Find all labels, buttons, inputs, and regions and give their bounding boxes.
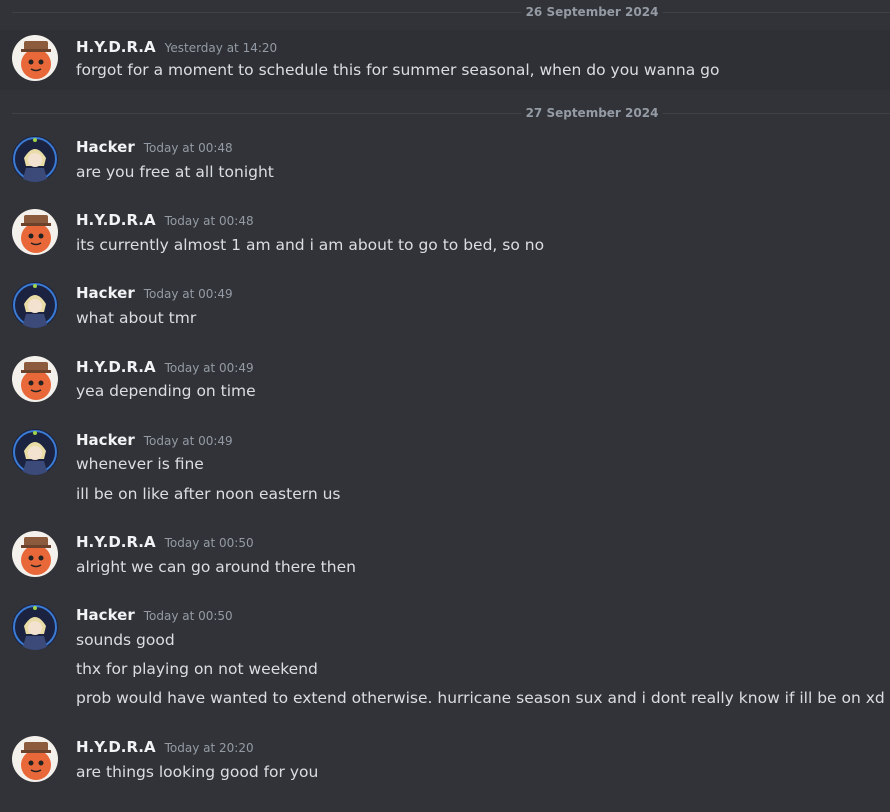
message-text: alright we can go around there then	[76, 558, 356, 576]
date-divider: 26 September 2024	[12, 5, 890, 19]
date-divider-label: 26 September 2024	[521, 5, 663, 19]
message-text: what about tmr	[76, 309, 197, 327]
username[interactable]: Hacker	[76, 429, 135, 451]
timestamp[interactable]: Today at 00:50	[165, 532, 254, 554]
message-text: are things looking good for you	[76, 763, 319, 781]
message-text: are you free at all tonight	[76, 163, 274, 181]
message[interactable]: Hacker Today at 00:49 whenever is fine i…	[0, 429, 890, 509]
hydra-avatar-icon[interactable]	[12, 209, 58, 255]
message[interactable]: H.Y.D.R.A Today at 00:50 alright we can …	[0, 531, 890, 581]
hacker-avatar-icon[interactable]	[12, 282, 58, 328]
timestamp[interactable]: Today at 00:50	[144, 605, 233, 627]
message-header: Hacker Today at 00:50	[76, 604, 233, 626]
message[interactable]: H.Y.D.R.A Today at 00:48 its currently a…	[0, 209, 890, 259]
message-header: H.Y.D.R.A Today at 00:50	[76, 531, 254, 553]
date-divider: 27 September 2024	[12, 106, 890, 120]
timestamp[interactable]: Yesterday at 14:20	[165, 37, 278, 59]
message-text: its currently almost 1 am and i am about…	[76, 236, 545, 254]
hacker-avatar-icon[interactable]	[12, 604, 58, 650]
username[interactable]: Hacker	[76, 136, 135, 158]
timestamp[interactable]: Today at 00:48	[144, 137, 233, 159]
message[interactable]: H.Y.D.R.A Yesterday at 14:20 forgot for …	[0, 30, 890, 90]
message-header: Hacker Today at 00:49	[76, 282, 233, 304]
message-text: whenever is fine	[76, 455, 204, 473]
username[interactable]: Hacker	[76, 604, 135, 626]
message[interactable]: H.Y.D.R.A Today at 00:49 yea depending o…	[0, 356, 890, 406]
message-text: ill be on like after noon eastern us	[76, 485, 341, 503]
message-header: H.Y.D.R.A Yesterday at 14:20	[76, 36, 277, 58]
hacker-avatar-icon[interactable]	[12, 429, 58, 475]
message[interactable]: Hacker Today at 00:50 sounds good thx fo…	[0, 604, 890, 714]
username[interactable]: H.Y.D.R.A	[76, 531, 156, 553]
message-text: yea depending on time	[76, 382, 256, 400]
message-header: H.Y.D.R.A Today at 00:48	[76, 209, 254, 231]
date-divider-label: 27 September 2024	[521, 106, 663, 120]
timestamp[interactable]: Today at 20:20	[165, 737, 254, 759]
message[interactable]: Hacker Today at 00:49 what about tmr	[0, 282, 890, 332]
message-header: H.Y.D.R.A Today at 00:49	[76, 356, 254, 378]
message-header: H.Y.D.R.A Today at 20:20	[76, 736, 254, 758]
message-text: forgot for a moment to schedule this for…	[76, 61, 720, 79]
hacker-avatar-icon[interactable]	[12, 136, 58, 182]
timestamp[interactable]: Today at 00:49	[144, 430, 233, 452]
username[interactable]: H.Y.D.R.A	[76, 356, 156, 378]
message[interactable]: Hacker Today at 00:48 are you free at al…	[0, 136, 890, 186]
message-text: prob would have wanted to extend otherwi…	[76, 689, 885, 707]
hydra-avatar-icon[interactable]	[12, 35, 58, 81]
timestamp[interactable]: Today at 00:49	[144, 283, 233, 305]
username[interactable]: H.Y.D.R.A	[76, 736, 156, 758]
message-header: Hacker Today at 00:48	[76, 136, 233, 158]
message-header: Hacker Today at 00:49	[76, 429, 233, 451]
timestamp[interactable]: Today at 00:48	[165, 210, 254, 232]
hydra-avatar-icon[interactable]	[12, 356, 58, 402]
hydra-avatar-icon[interactable]	[12, 531, 58, 577]
hydra-avatar-icon[interactable]	[12, 736, 58, 782]
message[interactable]: H.Y.D.R.A Today at 20:20 are things look…	[0, 736, 890, 786]
username[interactable]: H.Y.D.R.A	[76, 36, 156, 58]
message-text: thx for playing on not weekend	[76, 660, 318, 678]
message-text: sounds good	[76, 631, 175, 649]
timestamp[interactable]: Today at 00:49	[165, 357, 254, 379]
username[interactable]: H.Y.D.R.A	[76, 209, 156, 231]
username[interactable]: Hacker	[76, 282, 135, 304]
